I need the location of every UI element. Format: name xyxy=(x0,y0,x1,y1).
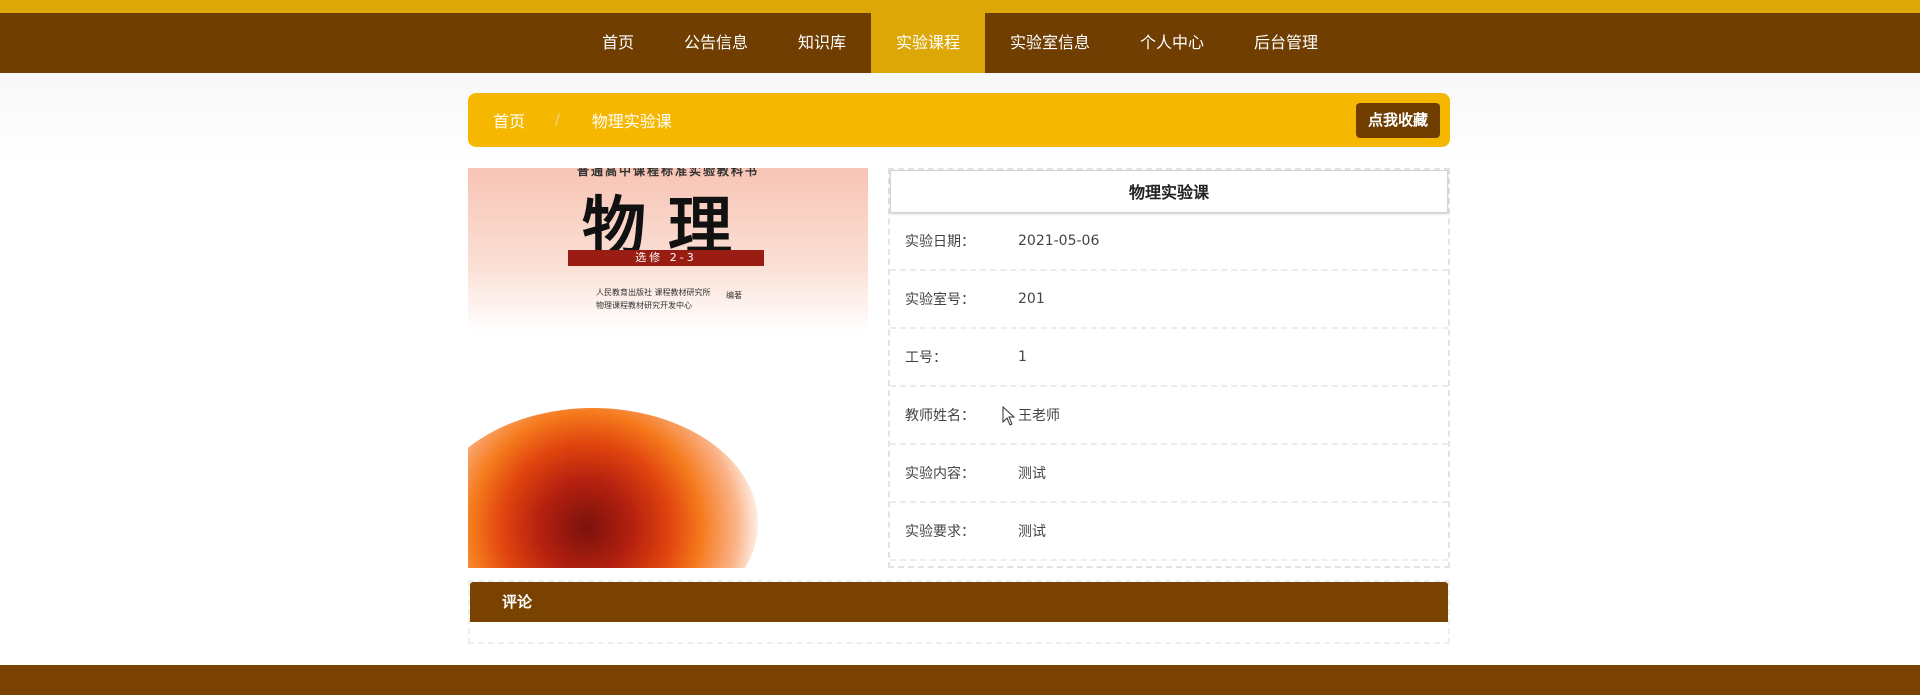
nav-item-experiment-courses[interactable]: 实验课程 xyxy=(870,13,985,73)
top-accent-stripe xyxy=(0,0,1920,13)
nav-item-knowledge-base[interactable]: 知识库 xyxy=(773,13,871,73)
cover-sun-graphic xyxy=(468,408,758,568)
detail-row-staff-id: 工号： 1 xyxy=(890,329,1448,387)
detail-value: 201 xyxy=(1018,291,1045,307)
breadcrumb-home-link[interactable]: 首页 xyxy=(493,108,525,132)
nav-item-announcements[interactable]: 公告信息 xyxy=(659,13,773,73)
cover-publisher: 人民教育出版社 课程教材研究所 物理课程教材研究开发中心 xyxy=(596,286,711,312)
cover-band: 选修 2-3 xyxy=(568,250,764,266)
course-cover-image: 普通高中课程标准实验教科书 物理 选修 2-3 人民教育出版社 课程教材研究所 … xyxy=(468,168,868,568)
mouse-cursor-icon xyxy=(1002,406,1016,426)
comment-section: 评论 xyxy=(468,580,1450,644)
cover-publisher-line2: 物理课程教材研究开发中心 xyxy=(596,301,692,310)
breadcrumb-separator: / xyxy=(555,112,560,128)
footer-bar xyxy=(0,665,1920,695)
detail-value: 2021-05-06 xyxy=(1018,233,1100,249)
detail-label: 实验室号： xyxy=(905,292,975,308)
detail-value: 王老师 xyxy=(1018,408,1060,424)
breadcrumb-current: 物理实验课 xyxy=(591,112,672,131)
nav-item-home[interactable]: 首页 xyxy=(577,13,659,73)
detail-row-room: 实验室号： 201 xyxy=(890,271,1448,329)
detail-row-teacher: 教师姓名： 王老师 xyxy=(890,387,1448,445)
cover-header-area: 普通高中课程标准实验教科书 物理 选修 2-3 人民教育出版社 课程教材研究所 … xyxy=(468,168,868,333)
comment-header: 评论 xyxy=(470,582,1448,622)
detail-row-requirements: 实验要求： 测试 xyxy=(890,503,1448,561)
detail-label: 实验要求： xyxy=(905,524,975,540)
detail-value: 测试 xyxy=(1018,466,1046,482)
detail-label: 工号： xyxy=(905,350,947,366)
cover-publisher-line1: 人民教育出版社 课程教材研究所 xyxy=(596,288,711,297)
detail-label: 实验日期： xyxy=(905,234,975,250)
nav-item-admin[interactable]: 后台管理 xyxy=(1229,13,1343,73)
nav-item-personal-center[interactable]: 个人中心 xyxy=(1115,13,1229,73)
nav-item-lab-info[interactable]: 实验室信息 xyxy=(985,13,1115,73)
detail-label: 实验内容： xyxy=(905,466,975,482)
detail-row-content: 实验内容： 测试 xyxy=(890,445,1448,503)
course-title: 物理实验课 xyxy=(890,170,1448,213)
course-detail-panel: 物理实验课 实验日期： 2021-05-06 实验室号： 201 工号： 1 教… xyxy=(888,168,1450,568)
detail-value: 测试 xyxy=(1018,524,1046,540)
breadcrumb: 首页 / 物理实验课 点我收藏 xyxy=(468,93,1450,147)
main-navbar: 首页 公告信息 知识库 实验课程 实验室信息 个人中心 后台管理 xyxy=(0,13,1920,73)
favorite-button[interactable]: 点我收藏 xyxy=(1355,103,1440,138)
detail-label: 教师姓名： xyxy=(905,408,975,424)
detail-value: 1 xyxy=(1018,349,1027,365)
cover-publisher-note: 编著 xyxy=(726,291,742,300)
detail-row-date: 实验日期： 2021-05-06 xyxy=(890,213,1448,271)
